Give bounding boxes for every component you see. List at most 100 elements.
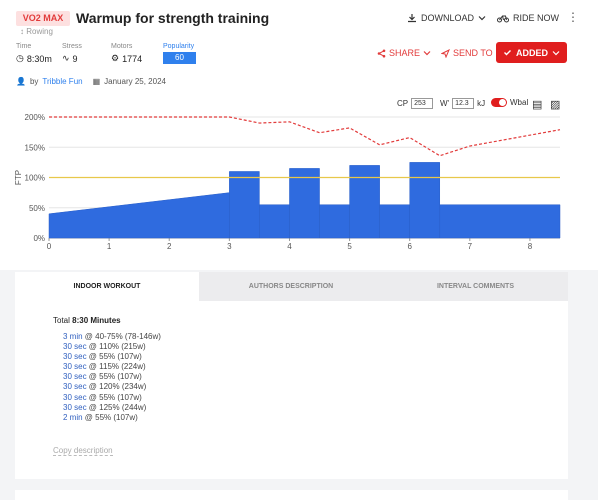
sport-type: ↕ Rowing: [20, 27, 53, 36]
ride-now-label: RIDE NOW: [513, 13, 559, 23]
tab-interval-comments[interactable]: INTERVAL COMMENTS: [383, 272, 568, 301]
clock-icon: ◷: [16, 53, 24, 63]
interval-row: 30 sec @ 120% (234w): [63, 382, 161, 392]
power-segment: [379, 204, 410, 239]
download-icon: [408, 14, 416, 23]
stat-time: Time ◷ 8:30m: [16, 43, 52, 64]
interval-duration: 30 sec: [63, 372, 87, 382]
tab-bar: INDOOR WORKOUT AUTHORS DESCRIPTION INTER…: [15, 272, 568, 301]
y-tick-label: 150%: [25, 143, 45, 152]
interval-duration: 30 sec: [63, 352, 87, 362]
interval-duration: 30 sec: [63, 392, 87, 402]
added-button[interactable]: ADDED: [496, 42, 567, 63]
interval-row: 30 sec @ 55% (107w): [63, 393, 161, 403]
chevron-down-icon: [478, 16, 486, 21]
stat-motors: Motors ⚙ 1774: [111, 43, 142, 64]
tab-indoor-workout[interactable]: INDOOR WORKOUT: [15, 272, 199, 301]
wbal-toggle[interactable]: [491, 98, 507, 107]
x-tick-label: 7: [468, 242, 473, 251]
calendar-icon: ▦: [92, 77, 101, 86]
wbal-line: [49, 116, 561, 157]
total-duration: Total 8:30 Minutes: [53, 316, 121, 325]
interval-duration: 3 min: [63, 332, 83, 341]
interval-duration: 30 sec: [63, 402, 87, 412]
tab-authors-description[interactable]: AUTHORS DESCRIPTION: [199, 272, 383, 301]
total-value: 8:30 Minutes: [72, 316, 121, 325]
stat-stress-value: 9: [72, 53, 78, 64]
y-tick-label: 200%: [25, 113, 45, 122]
author-line: 👤 by Tribble Fun ▦ January 25, 2024: [16, 77, 166, 86]
interval-target: @ 55% (107w): [86, 372, 142, 382]
x-tick-label: 5: [347, 242, 352, 251]
motor-icon: ⚙: [111, 53, 120, 63]
more-options-icon[interactable]: ⋮: [567, 10, 579, 24]
author-link[interactable]: Tribble Fun: [42, 77, 82, 86]
download-label: DOWNLOAD: [421, 13, 475, 23]
interval-list: 3 min @ 40-75% (78-146w) 30 sec @ 110% (2…: [63, 332, 161, 423]
y-axis-label: FTP: [14, 170, 23, 185]
interval-target: @ 110% (215w): [86, 342, 146, 352]
wbal-label: Wbal: [510, 98, 529, 107]
power-segment: [229, 171, 260, 239]
chevron-down-icon: [552, 50, 560, 55]
w-prime-unit: kJ: [477, 99, 486, 108]
x-tick-label: 1: [107, 242, 112, 251]
power-segment: [259, 204, 290, 239]
added-label: ADDED: [515, 47, 548, 58]
interval-target: @ 125% (244w): [86, 402, 147, 412]
interval-target: @ 40-75% (78-146w): [82, 332, 161, 341]
download-button[interactable]: DOWNLOAD: [407, 13, 486, 23]
rowing-icon: ↕: [20, 27, 24, 36]
power-segment: [409, 162, 441, 239]
interval-target: @ 55% (107w): [82, 412, 138, 422]
interval-target: @ 115% (224w): [86, 362, 146, 372]
publish-date: January 25, 2024: [104, 77, 166, 86]
author-by: by: [29, 77, 39, 86]
copy-description-link[interactable]: Copy description: [53, 446, 113, 456]
x-tick-label: 8: [528, 242, 533, 251]
interval-target: @ 55% (107w): [86, 392, 142, 402]
x-tick-label: 0: [47, 242, 52, 251]
interval-row: 30 sec @ 55% (107w): [63, 352, 161, 362]
sport-type-label: Rowing: [26, 27, 53, 36]
user-icon: 👤: [16, 77, 26, 86]
stat-time-value: 8:30m: [26, 53, 52, 64]
interval-row: 3 min @ 40-75% (78-146w): [63, 332, 161, 342]
interval-row: 30 sec @ 115% (224w): [63, 362, 161, 372]
send-to-label: SEND TO: [453, 48, 493, 58]
share-icon: [377, 49, 386, 57]
stat-motors-label: Motors: [111, 43, 133, 50]
x-tick-label: 2: [167, 242, 172, 251]
interval-row: 30 sec @ 55% (107w): [63, 372, 161, 382]
interval-target: @ 55% (107w): [86, 352, 142, 362]
send-icon: [441, 48, 450, 58]
stat-stress-label: Stress: [62, 43, 82, 50]
power-segment: [349, 165, 380, 239]
x-tick-label: 4: [287, 242, 292, 251]
power-segment: [48, 192, 230, 239]
stat-stress: Stress ∿ 9: [62, 43, 82, 64]
y-tick-label: 50%: [29, 204, 45, 213]
category-badge: VO2 MAX: [16, 11, 70, 26]
interval-duration: 30 sec: [63, 382, 87, 392]
interval-row: 2 min @ 55% (107w): [63, 413, 161, 423]
bike-icon: [497, 15, 509, 23]
w-prime-label: W': [440, 99, 450, 108]
interval-duration: 30 sec: [63, 362, 87, 372]
interval-row: 30 sec @ 125% (244w): [63, 403, 161, 413]
ride-now-button[interactable]: RIDE NOW: [497, 13, 559, 23]
workout-header-card: VO2 MAX ↕ Rowing Warmup for strength tra…: [0, 0, 598, 270]
workout-chart: 0% 50% 100% 150% 200% 0 1 2 3 4 5 6 7 8 FTP: [14, 113, 561, 251]
x-tick-label: 6: [407, 242, 412, 251]
pulse-icon: ∿: [62, 53, 70, 63]
share-label: SHARE: [389, 48, 421, 58]
send-to-button[interactable]: SEND TO: [441, 48, 493, 58]
wbal-control: Wbal: [491, 98, 528, 107]
share-button[interactable]: SHARE: [377, 48, 431, 58]
interval-duration: 2 min: [63, 412, 83, 422]
stat-popularity: Popularity 60: [163, 43, 196, 64]
indoor-workout-panel: Total 8:30 Minutes 3 min @ 40-75% (78-14…: [15, 301, 568, 479]
power-segment: [439, 204, 561, 239]
y-tick-label: 100%: [25, 174, 45, 183]
stat-motors-value: 1774: [122, 53, 143, 64]
